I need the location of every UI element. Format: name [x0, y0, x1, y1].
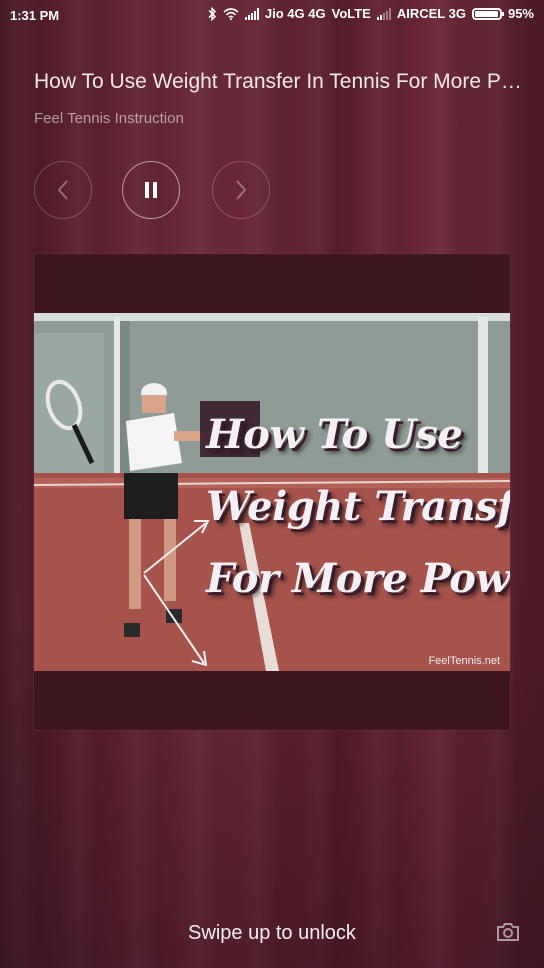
camera-button[interactable] — [495, 919, 521, 945]
track-title: How To Use Weight Transfer In Tennis For… — [34, 70, 524, 93]
battery-percent: 95% — [507, 6, 534, 21]
track-artist: Feel Tennis Instruction — [34, 110, 184, 127]
art-watermark: FeelTennis.net — [428, 655, 500, 667]
art-title-line-3: For More Power — [206, 555, 510, 602]
status-time: 1:31 PM — [10, 8, 60, 23]
pause-button[interactable] — [122, 161, 180, 219]
camera-icon — [497, 923, 519, 941]
network-type-label: VoLTE — [331, 6, 371, 21]
album-art-frame: How To Use Weight Transfer For More Powe… — [34, 254, 510, 730]
art-title-line-2: Weight Transfer — [206, 483, 510, 530]
art-title-line-1: How To Use — [206, 411, 463, 458]
status-icons: Jio 4G 4G VoLTE AIRCEL 3G 95% — [207, 6, 534, 21]
next-icon — [236, 180, 247, 200]
status-bar: 1:31 PM Jio 4G 4G VoLTE AIRCEL 3G 95% — [0, 0, 544, 30]
wifi-icon — [223, 7, 239, 20]
swipe-unlock-hint: Swipe up to unlock — [188, 922, 356, 944]
previous-icon — [57, 180, 68, 200]
pause-icon — [145, 182, 157, 198]
carrier2-label: AIRCEL 3G — [396, 6, 466, 21]
battery-fill — [474, 10, 498, 17]
signal-icon-2 — [376, 7, 391, 20]
carrier1-label: Jio 4G 4G — [264, 6, 326, 21]
album-art: How To Use Weight Transfer For More Powe… — [34, 313, 510, 671]
bluetooth-icon — [208, 6, 216, 21]
signal-icon — [244, 7, 259, 20]
next-button[interactable] — [212, 161, 270, 219]
previous-button[interactable] — [34, 161, 92, 219]
battery-icon — [471, 7, 504, 20]
